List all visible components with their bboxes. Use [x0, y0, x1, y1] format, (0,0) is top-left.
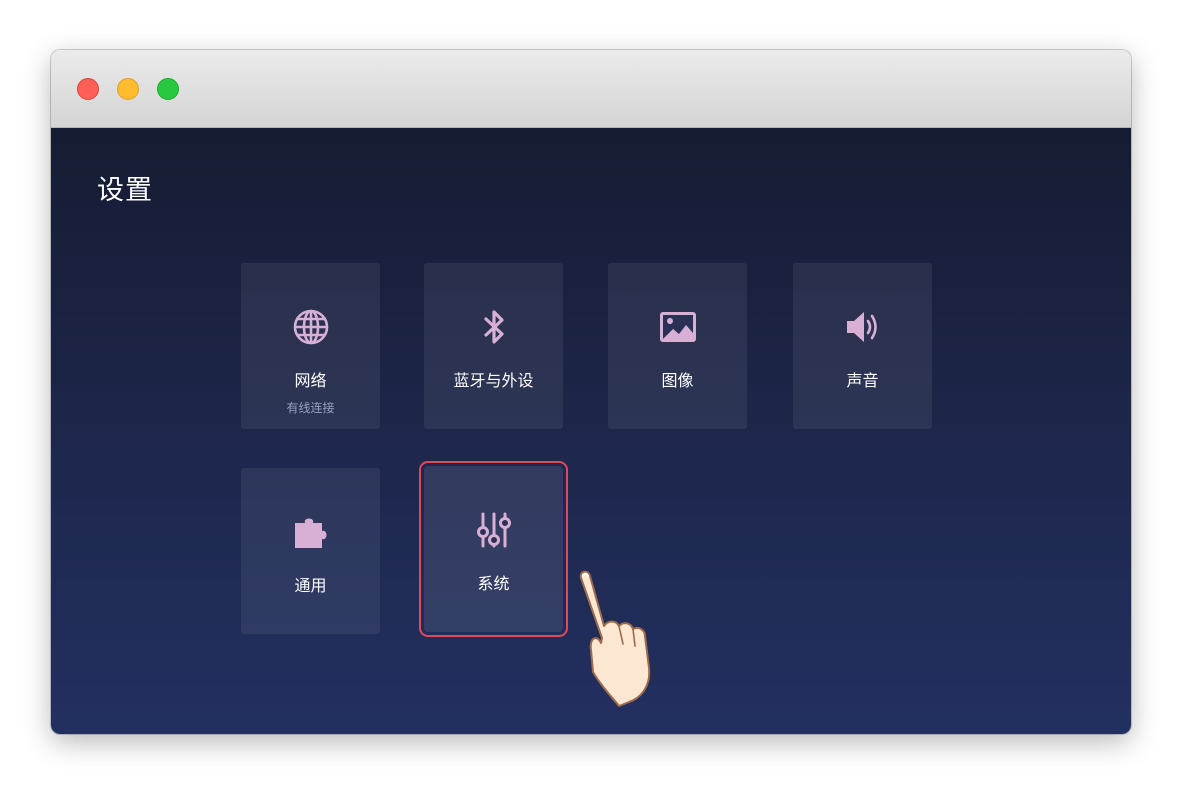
tile-system[interactable]: 系统 — [419, 461, 568, 637]
tile-label: 通用 — [294, 576, 327, 595]
pointing-hand-icon — [579, 570, 651, 707]
tile-label: 系统 — [477, 574, 510, 593]
app-window: 设置 网络 有线连接 蓝牙与外设 图像 声音 通用 系统 — [51, 50, 1131, 734]
bluetooth-icon — [483, 310, 504, 344]
speaker-icon — [846, 312, 877, 342]
tile-label: 网络 — [294, 371, 327, 390]
image-icon — [659, 312, 696, 342]
page-title: 设置 — [97, 175, 153, 206]
window-titlebar — [51, 50, 1131, 128]
tile-label: 声音 — [846, 371, 879, 390]
tile-image[interactable]: 图像 — [608, 263, 747, 429]
globe-icon — [293, 309, 328, 345]
tile-sound[interactable]: 声音 — [793, 263, 932, 429]
puzzle-icon — [294, 518, 326, 548]
tile-bluetooth[interactable]: 蓝牙与外设 — [424, 263, 563, 429]
minimize-window-button[interactable] — [117, 78, 139, 100]
tile-sublabel: 有线连接 — [286, 401, 335, 415]
tile-label: 蓝牙与外设 — [453, 371, 534, 390]
tile-general[interactable]: 通用 — [241, 468, 380, 634]
tile-label: 图像 — [661, 371, 694, 390]
sliders-icon — [476, 512, 511, 548]
maximize-window-button[interactable] — [157, 78, 179, 100]
settings-screen: 设置 网络 有线连接 蓝牙与外设 图像 声音 通用 系统 — [51, 128, 1131, 734]
tile-network[interactable]: 网络 有线连接 — [241, 263, 380, 429]
close-window-button[interactable] — [77, 78, 99, 100]
